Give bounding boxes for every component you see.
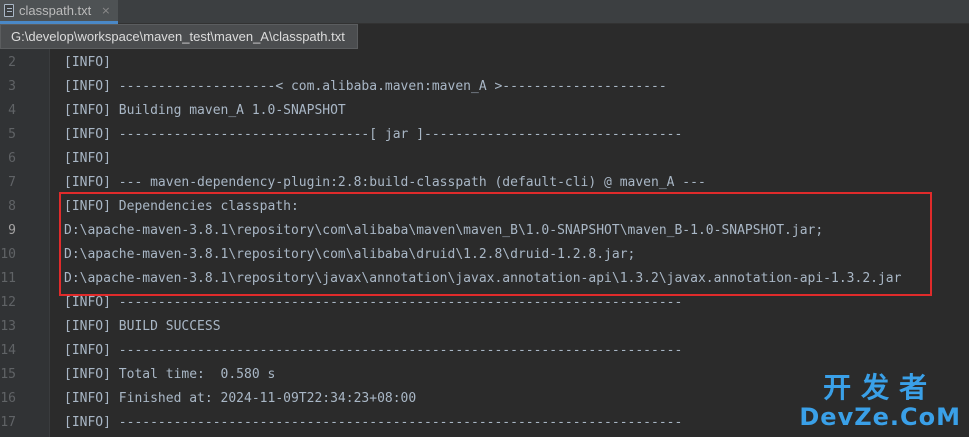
watermark-brand: DevZe.CoM (799, 403, 961, 431)
line-number: 11 (0, 271, 16, 286)
line-number: 13 (0, 319, 16, 334)
editor-tab-bar: classpath.txt × (0, 0, 969, 24)
line-number: 16 (0, 391, 16, 406)
line-number: 12 (0, 295, 16, 310)
line-number: 10 (0, 247, 16, 262)
code-line[interactable]: [INFO] --------------------< com.alibaba… (64, 75, 667, 99)
code-line[interactable]: [INFO] ---------------------------------… (64, 411, 682, 435)
code-line[interactable]: [INFO] (64, 51, 111, 75)
line-number: 5 (8, 127, 16, 142)
code-line[interactable]: [INFO] Total time: 0.580 s (64, 363, 275, 387)
tooltip-path: G:\develop\workspace\maven_test\maven_A\… (11, 29, 345, 44)
tab-classpath-txt[interactable]: classpath.txt × (0, 0, 118, 24)
line-number: 3 (8, 79, 16, 94)
code-line[interactable]: [INFO] --------------------------------[… (64, 123, 682, 147)
text-file-icon (4, 4, 14, 17)
file-path-tooltip: G:\develop\workspace\maven_test\maven_A\… (0, 24, 358, 49)
tab-label: classpath.txt (19, 3, 92, 18)
code-line[interactable]: [INFO] Finished at: 2024-11-09T22:34:23+… (64, 387, 416, 411)
line-number: 6 (8, 151, 16, 166)
watermark-logo: 开发者 DevZe.CoM (799, 371, 961, 432)
line-number: 4 (8, 103, 16, 118)
close-icon[interactable]: × (101, 4, 110, 17)
line-number-current: 9 (8, 223, 16, 238)
code-line[interactable]: [INFO] BUILD SUCCESS (64, 315, 221, 339)
watermark-chinese: 开发者 (823, 371, 938, 404)
line-number: 15 (0, 367, 16, 382)
code-line[interactable]: [INFO] (64, 147, 111, 171)
line-number: 7 (8, 175, 16, 190)
line-number: 2 (8, 55, 16, 70)
classpath-highlight-box (59, 192, 932, 296)
line-number-gutter: 2 3 4 5 6 7 8 9 10 11 12 13 14 15 16 17 (0, 49, 50, 437)
line-number: 8 (8, 199, 16, 214)
code-line[interactable]: [INFO] ---------------------------------… (64, 339, 682, 363)
code-line[interactable]: [INFO] Building maven_A 1.0-SNAPSHOT (64, 99, 346, 123)
line-number: 17 (0, 415, 16, 430)
line-number: 14 (0, 343, 16, 358)
